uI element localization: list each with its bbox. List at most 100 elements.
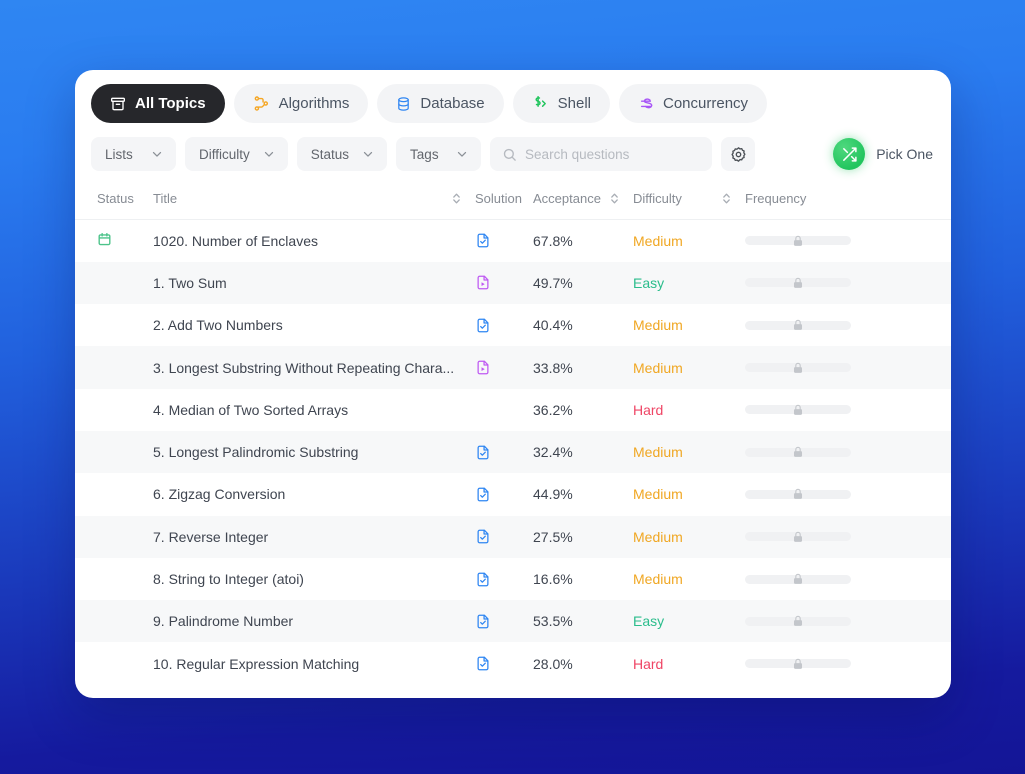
cell-acceptance: 33.8% [533, 346, 633, 388]
cell-solution[interactable] [475, 262, 533, 304]
cell-solution[interactable] [475, 516, 533, 558]
cell-title[interactable]: 10. Regular Expression Matching [153, 642, 475, 684]
filter-bar: Lists Difficulty Status Tags [75, 133, 951, 183]
topic-tab-concurrency[interactable]: Concurrency [619, 84, 767, 123]
table-row[interactable]: 10. Regular Expression Matching28.0%Hard [75, 642, 951, 684]
search-box[interactable] [490, 137, 712, 171]
topic-tab-algorithms[interactable]: Algorithms [234, 84, 369, 123]
column-header-solution: Solution [475, 183, 533, 220]
article-solution-icon[interactable] [475, 486, 533, 503]
lock-icon [792, 530, 805, 544]
cell-difficulty: Medium [633, 431, 745, 473]
settings-button[interactable] [721, 137, 755, 171]
article-solution-icon[interactable] [475, 317, 533, 334]
cell-status [75, 516, 153, 558]
frequency-bar [745, 278, 851, 287]
video-solution-icon[interactable] [475, 274, 533, 291]
cell-solution[interactable] [475, 473, 533, 515]
cell-solution[interactable] [475, 304, 533, 346]
table-row[interactable]: 7. Reverse Integer27.5%Medium [75, 516, 951, 558]
cell-status [75, 558, 153, 600]
column-header-label: Frequency [745, 191, 806, 206]
cell-frequency [745, 558, 951, 600]
problem-table: StatusTitleSolutionAcceptanceDifficultyF… [75, 183, 951, 685]
table-row[interactable]: 5. Longest Palindromic Substring 32.4%Med… [75, 431, 951, 473]
cell-status [75, 600, 153, 642]
cell-acceptance: 16.6% [533, 558, 633, 600]
table-row[interactable]: 4. Median of Two Sorted Arrays36.2%Hard [75, 389, 951, 431]
filter-lists-dropdown[interactable]: Lists [91, 137, 176, 171]
table-row[interactable]: 3. Longest Substring Without Repeating C… [75, 346, 951, 388]
topic-tab-all-topics[interactable]: All Topics [91, 84, 225, 123]
frequency-bar [745, 490, 851, 499]
cell-status [75, 642, 153, 684]
chevron-down-icon [262, 147, 276, 161]
cell-acceptance: 44.9% [533, 473, 633, 515]
cell-acceptance: 67.8% [533, 220, 633, 262]
lock-icon [792, 234, 805, 248]
topic-tab-shell[interactable]: Shell [513, 84, 610, 123]
database-icon [396, 96, 411, 112]
cell-title[interactable]: 8. String to Integer (atoi) [153, 558, 475, 600]
cell-title[interactable]: 1. Two Sum [153, 262, 475, 304]
chevron-down-icon [150, 147, 164, 161]
table-row[interactable]: 8. String to Integer (atoi)16.6%Medium [75, 558, 951, 600]
video-solution-icon[interactable] [475, 359, 533, 376]
archive-box-icon [110, 96, 126, 112]
sort-icon[interactable] [722, 192, 745, 205]
sort-icon[interactable] [610, 192, 633, 205]
topic-tab-database[interactable]: Database [377, 84, 503, 123]
article-solution-icon[interactable] [475, 232, 533, 249]
cell-title[interactable]: 2. Add Two Numbers [153, 304, 475, 346]
lock-icon [792, 572, 805, 586]
sort-icon[interactable] [452, 192, 475, 205]
gear-icon [730, 146, 747, 163]
column-header-title[interactable]: Title [153, 183, 475, 220]
article-solution-icon[interactable] [475, 655, 533, 672]
frequency-bar [745, 321, 851, 330]
column-header-acceptance[interactable]: Acceptance [533, 183, 633, 220]
column-header-difficulty[interactable]: Difficulty [633, 183, 745, 220]
frequency-bar [745, 575, 851, 584]
cell-acceptance: 40.4% [533, 304, 633, 346]
cell-title[interactable]: 5. Longest Palindromic Substring [153, 431, 475, 473]
cell-difficulty: Easy [633, 262, 745, 304]
filter-difficulty-dropdown[interactable]: Difficulty [185, 137, 288, 171]
filter-pill-label: Status [311, 147, 349, 162]
cell-solution[interactable] [475, 431, 533, 473]
cell-title[interactable]: 7. Reverse Integer [153, 516, 475, 558]
cell-solution[interactable] [475, 220, 533, 262]
filter-status-dropdown[interactable]: Status [297, 137, 387, 171]
cell-title[interactable]: 4. Median of Two Sorted Arrays [153, 389, 475, 431]
filter-pill-label: Difficulty [199, 147, 250, 162]
lock-icon [792, 276, 805, 290]
pick-one-button[interactable]: Pick One [833, 138, 935, 170]
cell-acceptance: 49.7% [533, 262, 633, 304]
search-icon [502, 147, 517, 162]
cell-title[interactable]: 9. Palindrome Number [153, 600, 475, 642]
cell-solution[interactable] [475, 600, 533, 642]
table-row[interactable]: 1020. Number of Enclaves67.8%Medium [75, 220, 951, 262]
cell-solution[interactable] [475, 558, 533, 600]
cell-title[interactable]: 3. Longest Substring Without Repeating C… [153, 346, 475, 388]
cell-frequency [745, 304, 951, 346]
frequency-bar [745, 405, 851, 414]
cell-solution[interactable] [475, 642, 533, 684]
cell-acceptance: 32.4% [533, 431, 633, 473]
cell-solution[interactable] [475, 346, 533, 388]
search-input[interactable] [525, 147, 700, 162]
cell-title[interactable]: 1020. Number of Enclaves [153, 220, 475, 262]
article-solution-icon[interactable] [475, 528, 533, 545]
filter-tags-dropdown[interactable]: Tags [396, 137, 481, 171]
cell-title[interactable]: 6. Zigzag Conversion [153, 473, 475, 515]
article-solution-icon[interactable] [475, 571, 533, 588]
table-row[interactable]: 6. Zigzag Conversion44.9%Medium [75, 473, 951, 515]
article-solution-icon[interactable] [475, 613, 533, 630]
table-row[interactable]: 9. Palindrome Number53.5%Easy [75, 600, 951, 642]
article-solution-icon[interactable] [475, 444, 533, 461]
table-row[interactable]: 1. Two Sum 49.7%Easy [75, 262, 951, 304]
cell-solution [475, 389, 533, 431]
topic-tab-label: All Topics [135, 95, 206, 112]
cell-frequency [745, 220, 951, 262]
table-row[interactable]: 2. Add Two Numbers40.4%Medium [75, 304, 951, 346]
